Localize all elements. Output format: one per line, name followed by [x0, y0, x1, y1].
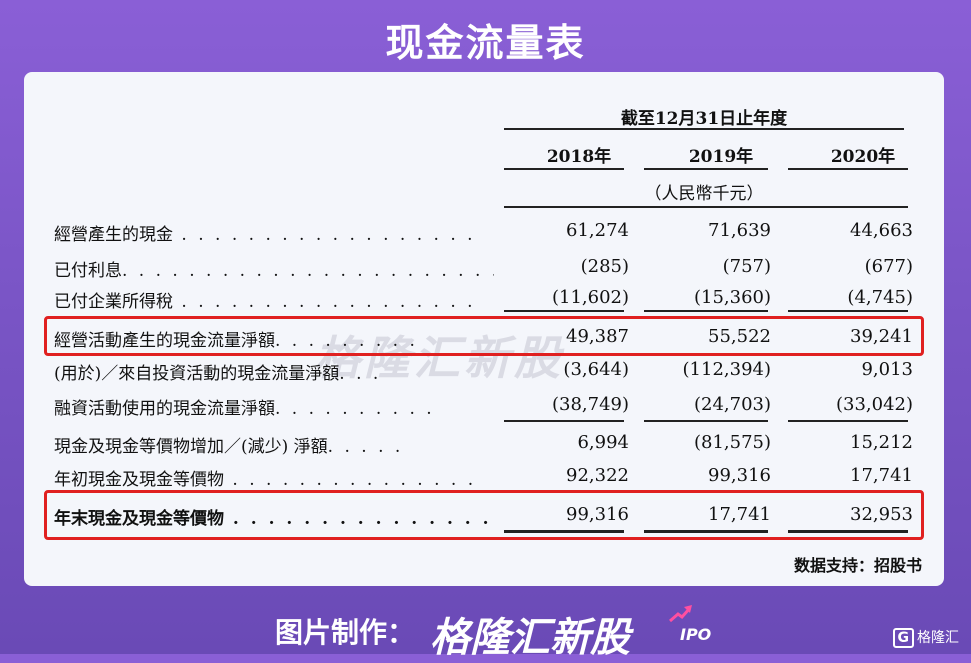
value-2020: (4,745)	[847, 287, 913, 308]
value-2019: (112,394)	[682, 359, 771, 380]
subtotal-rule	[788, 310, 908, 312]
value-2018: (3,644)	[563, 359, 629, 380]
value-2019: 71,639	[708, 220, 771, 241]
footer-ipo-label: IPO	[680, 625, 712, 644]
year-header-2019: 2019年	[688, 147, 754, 167]
footer-label: 图片制作：	[275, 616, 416, 649]
value-2019: (24,703)	[693, 394, 771, 415]
subtotal-rule	[788, 420, 908, 422]
row-label: 現金及現金等價物增加／(減少) 淨額. . . . .	[54, 437, 404, 457]
footer-brand-logo: 格隆汇新股	[430, 615, 630, 661]
table-row: 融資活動使用的現金流量淨額. . . . . . . . . . (38,749…	[24, 390, 944, 420]
header-rule	[504, 128, 904, 130]
value-2018: 6,994	[577, 432, 629, 453]
year-header-2020: 2020年	[830, 147, 896, 167]
value-2019: 99,316	[708, 465, 771, 486]
corner-logo-mark: G	[892, 628, 914, 648]
row-label: 年末現金及現金等價物 . . . . . . . . . . . . . . .	[54, 509, 492, 529]
table-row: 年初現金及現金等價物 . . . . . . . . . . . . . . .…	[24, 461, 944, 491]
source-note: 数据支持：招股书	[793, 558, 922, 575]
value-2020: 15,212	[850, 432, 913, 453]
table-row: (用於)／來自投資活動的現金流量淨額. . . (3,644) (112,394…	[24, 355, 944, 385]
value-2019: 17,741	[708, 504, 771, 525]
row-label: 已付企業所得稅 . . . . . . . . . . . . . . . . …	[54, 292, 476, 312]
value-2018: (38,749)	[551, 394, 629, 415]
value-2020: (677)	[864, 256, 913, 277]
year-header-2018: 2018年	[546, 147, 612, 167]
subtotal-rule	[504, 310, 624, 312]
value-2020: (33,042)	[835, 394, 913, 415]
row-label: 經營活動產生的現金流量淨額. . . . . . . . .	[54, 331, 418, 351]
row-label: 經營產生的現金 . . . . . . . . . . . . . . . . …	[54, 225, 476, 245]
page-title: 现金流量表	[385, 21, 586, 65]
unit-label: （人民幣千元）	[644, 184, 764, 204]
total-double-rule	[504, 530, 624, 533]
cash-flow-card: 截至12月31日止年度 2018年 2019年 2020年 （人民幣千元） 格隆…	[24, 72, 944, 586]
value-2019: 55,522	[708, 326, 771, 347]
value-2018: (11,602)	[551, 287, 629, 308]
value-2020: 9,013	[861, 359, 913, 380]
subtotal-rule	[644, 310, 768, 312]
value-2018: (285)	[580, 256, 629, 277]
value-2019: (81,575)	[693, 432, 771, 453]
value-2018: 61,274	[566, 220, 629, 241]
row-label: 已付利息. . . . . . . . . . . . . . . . . . …	[54, 261, 494, 281]
subtotal-rule	[644, 420, 768, 422]
row-label: (用於)／來自投資活動的現金流量淨額. . .	[54, 364, 382, 384]
corner-logo: G 格隆汇	[892, 627, 959, 648]
value-2020: 44,663	[850, 220, 913, 241]
table-row: 已付利息. . . . . . . . . . . . . . . . . . …	[24, 252, 944, 282]
year-rule-2018	[504, 168, 624, 170]
value-2018: 99,316	[566, 504, 629, 525]
value-2019: (15,360)	[693, 287, 771, 308]
total-double-rule	[788, 530, 908, 533]
table-row: 現金及現金等價物增加／(減少) 淨額. . . . . 6,994 (81,57…	[24, 428, 944, 458]
table-row: 經營產生的現金 . . . . . . . . . . . . . . . . …	[24, 216, 944, 246]
table-row: 經營活動產生的現金流量淨額. . . . . . . . . 49,387 55…	[24, 322, 944, 352]
value-2020: 17,741	[850, 465, 913, 486]
period-header: 截至12月31日止年度	[620, 109, 788, 129]
table-row: 已付企業所得稅 . . . . . . . . . . . . . . . . …	[24, 283, 944, 313]
subtotal-rule	[504, 420, 624, 422]
value-2020: 32,953	[850, 504, 913, 525]
footer: 图片制作： 格隆汇新股 IPO G 格隆汇	[0, 605, 971, 661]
value-2018: 92,322	[566, 465, 629, 486]
row-label: 年初現金及現金等價物 . . . . . . . . . . . . . . .	[54, 470, 477, 490]
value-2018: 49,387	[566, 326, 629, 347]
unit-rule	[504, 206, 908, 208]
row-label: 融資活動使用的現金流量淨額. . . . . . . . . .	[54, 399, 435, 419]
year-rule-2019	[644, 168, 768, 170]
table-row: 年末現金及現金等價物 . . . . . . . . . . . . . . .…	[24, 500, 944, 530]
value-2019: (757)	[722, 256, 771, 277]
total-double-rule	[644, 530, 768, 533]
year-rule-2020	[788, 168, 908, 170]
corner-logo-text: 格隆汇	[917, 630, 959, 646]
value-2020: 39,241	[850, 326, 913, 347]
trend-arrow-icon	[669, 605, 692, 623]
